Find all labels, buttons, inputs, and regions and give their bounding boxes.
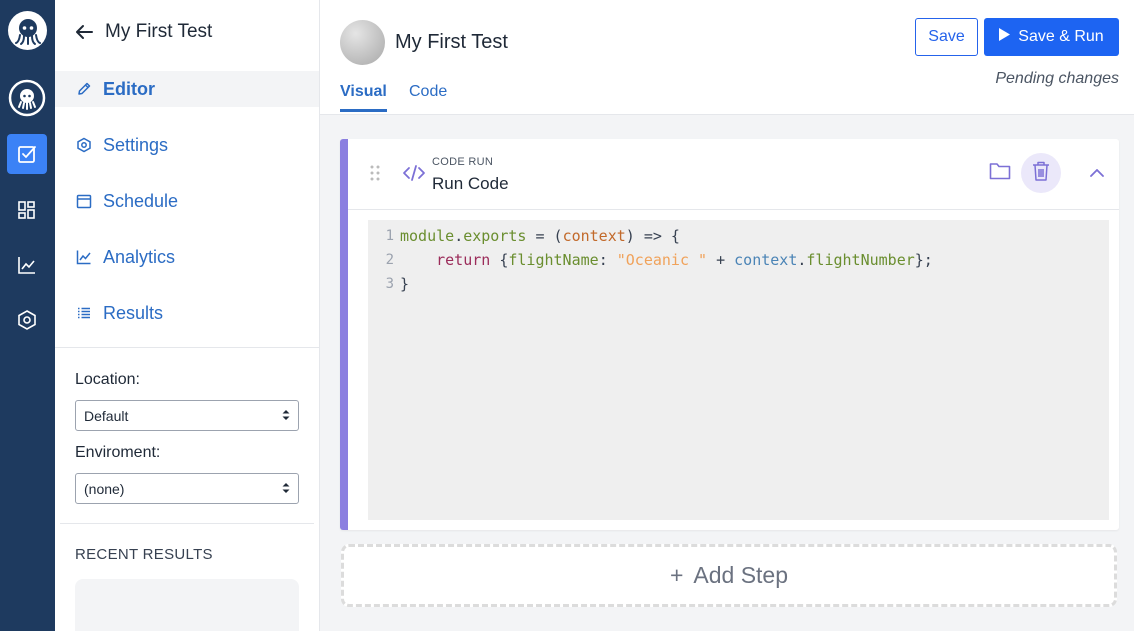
environment-select[interactable]: (none) bbox=[75, 473, 299, 504]
code-token: flightNumber bbox=[806, 251, 915, 269]
play-icon bbox=[999, 28, 1011, 46]
code-token: }; bbox=[914, 251, 933, 269]
tests-icon[interactable] bbox=[7, 134, 47, 174]
drag-handle-icon[interactable] bbox=[370, 165, 380, 186]
code-token: exports bbox=[463, 227, 527, 245]
add-step-label: Add Step bbox=[693, 562, 789, 588]
code-token: . bbox=[454, 227, 464, 245]
location-select-value: Default bbox=[84, 407, 129, 424]
location-label: Location: bbox=[75, 371, 140, 388]
save-and-run-label: Save & Run bbox=[1018, 28, 1104, 45]
status-text: Pending changes bbox=[995, 70, 1119, 87]
code-token: ) => { bbox=[625, 227, 680, 245]
gear-icon bbox=[75, 136, 93, 154]
sidebar-item-schedule[interactable]: Schedule bbox=[55, 183, 319, 219]
step-kind: CODE RUN bbox=[432, 156, 494, 168]
code-token: module bbox=[400, 227, 455, 245]
sidebar-item-label: Settings bbox=[103, 134, 169, 155]
code-token: return bbox=[436, 251, 491, 269]
line-number: 3 bbox=[385, 276, 394, 292]
logo-icon[interactable] bbox=[8, 11, 47, 50]
list-icon bbox=[75, 304, 93, 322]
sidebar-item-label: Schedule bbox=[103, 190, 179, 211]
sidebar-item-settings[interactable]: Settings bbox=[55, 127, 319, 163]
sidebar-item-label: Editor bbox=[103, 78, 155, 99]
sidebar-item-editor[interactable]: Editor bbox=[55, 71, 319, 107]
trash-icon bbox=[1032, 161, 1050, 186]
select-arrows-icon bbox=[282, 408, 290, 424]
step-card: CODE RUN Run Code 1 module. exports = (con… bbox=[340, 139, 1119, 530]
code-line: 1 module. exports = (context) => { bbox=[368, 224, 680, 248]
code-token: context bbox=[562, 227, 626, 245]
tab-code[interactable]: Code bbox=[409, 83, 447, 109]
icon-rail bbox=[0, 0, 55, 631]
recent-results-heading: RECENT RESULTS bbox=[75, 546, 213, 563]
code-token: } bbox=[400, 275, 410, 293]
code-token: + bbox=[707, 251, 735, 269]
folder-icon bbox=[989, 162, 1011, 185]
sidebar-item-label: Results bbox=[103, 302, 164, 323]
delete-step-button[interactable] bbox=[1021, 153, 1061, 193]
tab-visual[interactable]: Visual bbox=[340, 83, 387, 112]
dashboard-icon[interactable] bbox=[7, 190, 47, 230]
recent-results-panel bbox=[75, 579, 299, 631]
octopus-avatar-icon[interactable] bbox=[7, 78, 47, 118]
code-token: "Oceanic " bbox=[616, 251, 708, 269]
pencil-icon bbox=[75, 80, 93, 98]
save-and-run-button[interactable]: Save & Run bbox=[984, 18, 1119, 56]
save-button[interactable]: Save bbox=[915, 18, 978, 56]
card-divider bbox=[348, 209, 1119, 210]
analytics-icon[interactable] bbox=[7, 245, 47, 285]
line-number: 2 bbox=[385, 252, 394, 268]
code-token: flightName bbox=[508, 251, 599, 269]
code-token: { bbox=[490, 251, 509, 269]
settings-icon[interactable] bbox=[7, 300, 47, 340]
avatar bbox=[340, 20, 385, 65]
line-number: 1 bbox=[385, 228, 394, 244]
sidebar-header: My First Test bbox=[55, 0, 319, 64]
back-arrow-icon[interactable] bbox=[75, 22, 95, 42]
page-title: My First Test bbox=[395, 31, 508, 53]
location-select[interactable]: Default bbox=[75, 400, 299, 431]
step-name: Run Code bbox=[432, 174, 509, 193]
calendar-icon bbox=[75, 192, 93, 210]
code-token: : bbox=[598, 251, 617, 269]
environment-label: Enviroment: bbox=[75, 444, 161, 461]
environment-select-value: (none) bbox=[84, 480, 125, 497]
sidebar-item-results[interactable]: Results bbox=[55, 295, 319, 331]
code-editor[interactable]: 1 module. exports = (context) => { 2 retur… bbox=[368, 220, 1109, 520]
collapse-button[interactable] bbox=[1077, 153, 1117, 193]
plus-icon: + bbox=[669, 562, 684, 588]
sidebar-divider bbox=[60, 523, 314, 524]
code-token: = ( bbox=[526, 227, 563, 245]
code-token: . bbox=[797, 251, 807, 269]
folder-button[interactable] bbox=[980, 153, 1020, 193]
chevron-up-icon bbox=[1090, 164, 1104, 182]
code-token: context bbox=[734, 251, 798, 269]
code-line: 2 return {flightName: "Oceanic " + conte… bbox=[368, 248, 933, 272]
sidebar-item-label: Analytics bbox=[103, 246, 176, 267]
chart-icon bbox=[75, 248, 93, 266]
sidebar-divider bbox=[55, 347, 319, 348]
sidebar-title: My First Test bbox=[105, 21, 213, 42]
code-icon bbox=[402, 163, 426, 188]
code-line: 3} bbox=[368, 272, 409, 296]
sidebar: My First Test Editor Settings Schedule A… bbox=[55, 0, 320, 631]
main-header: My First Test Visual Code Save Save & Ru… bbox=[320, 0, 1134, 115]
select-arrows-icon bbox=[282, 481, 290, 497]
sidebar-item-analytics[interactable]: Analytics bbox=[55, 239, 319, 275]
add-step-button[interactable]: + Add Step bbox=[341, 544, 1117, 607]
